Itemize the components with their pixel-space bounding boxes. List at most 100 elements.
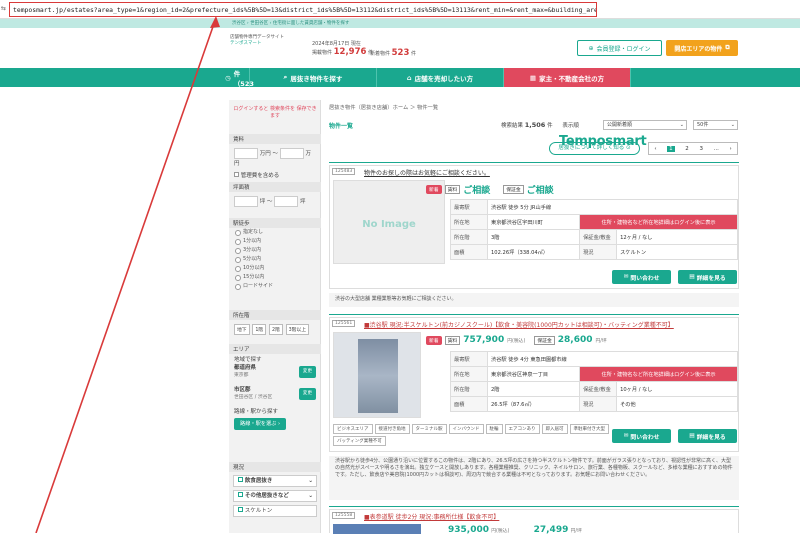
- current-option-row[interactable]: その他居抜きなど ⌄: [233, 490, 317, 502]
- spec-value: 東京都渋谷区宇田川町: [486, 214, 581, 230]
- rent-price: 935,000: [448, 525, 489, 535]
- current-option-row[interactable]: スケルトン: [233, 505, 317, 517]
- divider: [329, 506, 739, 507]
- chat-icon: ✉: [623, 433, 629, 439]
- listing-id: 125558: [332, 512, 356, 519]
- sort-label: 表示順: [562, 123, 579, 129]
- pager-ellipsis: ...: [713, 145, 719, 152]
- rent-min-input[interactable]: [234, 148, 258, 159]
- list-heading: 物件一覧: [329, 123, 354, 130]
- contact-button[interactable]: ✉ 問い合わせ: [612, 270, 671, 284]
- spec-header: 所在階: [450, 229, 488, 245]
- list-icon: ▤: [689, 274, 695, 280]
- spec-value: 東京都渋谷区神泉一丁目: [486, 366, 581, 382]
- pager-page[interactable]: 1: [667, 145, 675, 152]
- listing-title[interactable]: ■表参道駅 徒歩2分 現況:事務所仕様【飲食不可】: [364, 512, 499, 521]
- chevron-down-icon: ⌄: [308, 493, 313, 499]
- city-change-button[interactable]: 変更: [298, 388, 316, 400]
- per-page-select[interactable]: 50件 ⌄: [693, 120, 738, 130]
- browser-url-bar[interactable]: ⇆ temposmart.jp/estates?area_type=1&regi…: [0, 0, 800, 19]
- sort-select[interactable]: 公開新着順 ⌄: [603, 120, 687, 130]
- walk-option[interactable]: ロードサイド: [229, 282, 321, 291]
- listing-title[interactable]: ■渋谷駅 現況:半スケルトン(前カジノスクール)【飲食・美容院(1000円カット…: [364, 320, 674, 329]
- chat-icon: ✉: [623, 274, 629, 280]
- include-mgmt-checkbox[interactable]: [234, 172, 239, 177]
- building-photo: [358, 339, 398, 413]
- current-option-row[interactable]: 飲食居抜き ⌄: [233, 475, 317, 487]
- area-pick-label: 地域で探す: [234, 357, 262, 363]
- chevron-down-icon: ⌄: [679, 122, 684, 128]
- area-button[interactable]: 開店エリアの物件 ⧉: [666, 40, 738, 56]
- spec-header: 保証金/敷金: [579, 229, 618, 245]
- listing-title[interactable]: 物件のお探しの際はお気軽にご相談ください。: [364, 168, 490, 177]
- spec-table: 最寄駅 渋谷駅 徒歩 5分 JR山手線 所在地 東京都渋谷区宇田川町 住所・建物…: [450, 199, 738, 260]
- walk-option[interactable]: 1分以内: [229, 237, 321, 246]
- area-filter: 坪面積 坪 〜 坪: [229, 182, 321, 211]
- nav-sell[interactable]: ⌂ 店舗を売却したい方: [377, 68, 504, 87]
- walk-option[interactable]: 5分以内: [229, 255, 321, 264]
- tabs-icon: ⇆: [1, 5, 7, 12]
- current-title: 現況: [229, 462, 321, 472]
- line-pick-label: 路線・駅から探す: [234, 409, 279, 415]
- current-checkbox[interactable]: [238, 507, 243, 512]
- line-select-button[interactable]: 路線・駅を選ぶ ›: [234, 418, 287, 430]
- area-section: エリア 地域で探す 都道府県 東京都 変更 市区郡 世田谷区 / 渋谷区 変更 …: [229, 344, 321, 432]
- rent-unit: 円(税込): [507, 338, 526, 344]
- about-inuki-button[interactable]: 居抜きについて詳しく知る ⊙: [549, 142, 640, 155]
- feature-tag: ターミナル駅: [411, 424, 447, 434]
- area-min-input[interactable]: [234, 196, 258, 207]
- deposit-price: 28,600: [557, 335, 593, 345]
- pref-change-button[interactable]: 変更: [298, 366, 316, 378]
- area-button-label: 開店エリアの物件: [674, 45, 723, 53]
- feature-tag: バッティング業種不可: [333, 436, 386, 446]
- feature-tag: 準駐車付き大型: [569, 424, 609, 434]
- nav-search[interactable]: ⌕ 居抜き物件を探す: [250, 68, 377, 87]
- rent-max-input[interactable]: [279, 148, 304, 159]
- walk-filter: 駅徒歩 指定なし 1分以内 3分以内 5分以内 10分以内 15分以内 ロードサ…: [229, 218, 321, 291]
- spec-header: 所在地: [450, 214, 488, 230]
- url-field[interactable]: temposmart.jp/estates?area_type=1&region…: [9, 2, 597, 17]
- spec-header: 所在階: [450, 381, 488, 397]
- about-button-label: 居抜きについて詳しく知る: [558, 145, 625, 151]
- floor-chip[interactable]: 3階以上: [285, 324, 310, 335]
- current-checkbox[interactable]: [238, 492, 243, 497]
- walk-option[interactable]: 指定なし: [229, 228, 321, 237]
- floor-chip[interactable]: 地下: [234, 324, 250, 335]
- nav-owners[interactable]: ▦ 家主・不動産会社の方: [504, 68, 631, 87]
- detail-button[interactable]: ▤ 詳細を見る: [678, 429, 737, 443]
- walk-option[interactable]: 10分以内: [229, 264, 321, 273]
- rent-filter: 賃料 万円 〜 万円 管理費を含める: [229, 134, 321, 179]
- detail-button-label: 詳細を見る: [696, 434, 726, 441]
- listing-photo[interactable]: [333, 332, 421, 418]
- current-option-label: その他居抜きなど: [244, 493, 289, 499]
- no-image-label: No Image: [362, 219, 416, 230]
- clock-icon: ◷: [225, 73, 231, 82]
- area-max-input[interactable]: [274, 196, 299, 207]
- listing-id: 125561: [332, 320, 356, 327]
- detail-button[interactable]: ▤ 詳細を見る: [678, 270, 737, 284]
- current-status-filter: 現況 飲食居抜き ⌄ その他居抜きなど ⌄ スケルトン: [229, 462, 321, 520]
- pager-page[interactable]: 3: [699, 146, 703, 152]
- result-count-value: 1,506: [524, 121, 546, 129]
- new-badge: 新着: [426, 185, 442, 194]
- spec-value: 渋谷駅 徒歩 4分 東急田園都市線: [487, 351, 738, 367]
- pager-prev[interactable]: ‹: [654, 146, 656, 152]
- external-link-icon: ⧉: [725, 44, 730, 51]
- deposit-price: ご相談: [526, 186, 554, 196]
- walk-option[interactable]: 15分以内: [229, 273, 321, 282]
- nav-new-listings[interactable]: ◷ 新着物件（523件）: [0, 60, 254, 98]
- floor-chip[interactable]: 1階: [252, 324, 267, 335]
- floor-filter: 所在階 地下 1階 2階 3階以上: [229, 310, 321, 339]
- login-button[interactable]: ⊕ 会員登録・ログイン: [577, 40, 662, 56]
- divider: [329, 314, 739, 315]
- pager-next[interactable]: ›: [729, 146, 731, 152]
- contact-button[interactable]: ✉ 問い合わせ: [612, 429, 671, 443]
- deposit-unit: 円/坪: [595, 338, 607, 344]
- nav-filler: [631, 68, 800, 87]
- floor-chip[interactable]: 2階: [268, 324, 283, 335]
- walk-option[interactable]: 3分以内: [229, 246, 321, 255]
- pager-page[interactable]: 2: [685, 146, 689, 152]
- site-logo[interactable]: 店舗物件専門データサイト Temposmart テンポスマート: [230, 34, 647, 149]
- current-checkbox[interactable]: [238, 477, 243, 482]
- spec-value: 2階: [486, 381, 581, 397]
